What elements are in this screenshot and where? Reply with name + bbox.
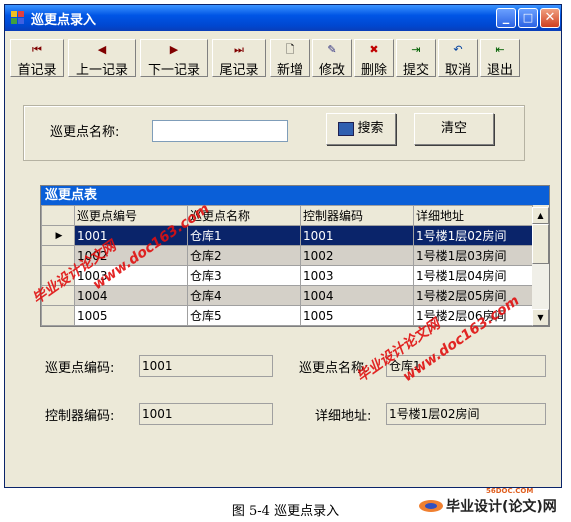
table-cell[interactable]: 1004 [74, 285, 188, 306]
prev-record-button[interactable]: ◀ 上一记录 [68, 39, 136, 78]
grid-header-row: 巡更点编号 巡更点名称 控制器编码 详细地址 [41, 205, 533, 226]
grid-caption: 巡更点表 [41, 186, 549, 205]
clear-button[interactable]: 清空 [414, 113, 494, 145]
toolbar: ⏮ 首记录 ◀ 上一记录 ▶ 下一记录 ⏭ 尾记录 🗋 新增 ✎ 修改 ✖ 删除 ⇥ 提交 ↶ 取… [10, 39, 560, 79]
main-window: 巡更点录入 _ □ ✕ ⏮ 首记录 ◀ 上一记录 ▶ 下一记录 ⏭ 尾记录 🗋 新增 ✎ 修… [4, 4, 562, 488]
next-record-icon: ▶ [169, 43, 179, 56]
column-header[interactable]: 详细地址 [413, 205, 533, 226]
address-label: 详细地址: [315, 409, 372, 424]
table-cell[interactable]: 1号楼1层04房间 [413, 265, 533, 286]
search-button-label: 搜索 [357, 121, 384, 136]
minimize-button[interactable]: _ [496, 8, 516, 28]
next-record-label: 下一记录 [147, 63, 200, 78]
search-icon [338, 121, 355, 136]
table-cell[interactable]: 仓库4 [187, 285, 301, 306]
table-cell[interactable]: 仓库5 [187, 305, 301, 326]
title-bar[interactable]: 巡更点录入 _ □ ✕ [5, 5, 561, 31]
scroll-up-icon[interactable]: ▲ [532, 207, 549, 224]
undo-icon: ↶ [453, 43, 463, 56]
search-name-label: 巡更点名称: [50, 125, 120, 140]
table-cell[interactable]: 仓库1 [187, 225, 301, 246]
add-label: 新增 [276, 63, 303, 78]
row-selector-header [41, 205, 75, 226]
submit-icon: ⇥ [411, 43, 421, 56]
table-cell[interactable]: 1001 [300, 225, 414, 246]
next-record-button[interactable]: ▶ 下一记录 [140, 39, 208, 78]
last-record-label: 尾记录 [219, 63, 259, 78]
edit-label: 修改 [318, 63, 345, 78]
table-cell[interactable]: 1005 [74, 305, 188, 326]
last-record-button[interactable]: ⏭ 尾记录 [212, 39, 266, 78]
logo-small-text: 56DOC.COM [486, 487, 534, 495]
grid-vertical-scrollbar[interactable]: ▲ ▼ [532, 207, 549, 326]
scroll-thumb[interactable] [532, 224, 549, 264]
maximize-button[interactable]: □ [518, 8, 538, 28]
prev-record-label: 上一记录 [75, 63, 128, 78]
table-cell[interactable]: 1003 [300, 265, 414, 286]
row-selector[interactable] [41, 305, 75, 326]
scroll-down-icon[interactable]: ▼ [532, 309, 549, 326]
controller-field[interactable]: 1001 [139, 403, 273, 425]
submit-button[interactable]: ⇥ 提交 [396, 39, 436, 78]
new-file-icon: 🗋 [285, 43, 295, 56]
site-logo: 56DOC.COM 毕业设计(论文)网 [418, 487, 568, 518]
table-cell[interactable]: 仓库2 [187, 245, 301, 266]
delete-icon: ✖ [369, 43, 379, 56]
table-cell[interactable]: 1005 [300, 305, 414, 326]
delete-button[interactable]: ✖ 删除 [354, 39, 394, 78]
table-row[interactable]: ▶ 1001 仓库1 1001 1号楼1层02房间 [41, 225, 533, 246]
prev-record-icon: ◀ [97, 43, 107, 56]
table-cell[interactable]: 1号楼1层02房间 [413, 225, 533, 246]
add-button[interactable]: 🗋 新增 [270, 39, 310, 78]
table-row[interactable]: 1004 仓库4 1004 1号楼2层05房间 [41, 285, 533, 306]
submit-label: 提交 [402, 63, 429, 78]
current-row-marker-icon[interactable]: ▶ [41, 225, 75, 246]
table-row[interactable]: 1005 仓库5 1005 1号楼2层06房间 [41, 305, 533, 326]
controller-label: 控制器编码: [45, 409, 115, 424]
table-cell[interactable]: 1号楼1层03房间 [413, 245, 533, 266]
logo-mark-icon [418, 498, 444, 514]
code-field[interactable]: 1001 [139, 355, 273, 377]
table-cell[interactable]: 1004 [300, 285, 414, 306]
table-cell[interactable]: 1002 [300, 245, 414, 266]
search-name-input[interactable] [152, 120, 288, 142]
exit-button[interactable]: ⇤ 退出 [480, 39, 520, 78]
first-record-button[interactable]: ⏮ 首记录 [10, 39, 64, 78]
address-field[interactable]: 1号楼1层02房间 [386, 403, 546, 425]
cancel-button[interactable]: ↶ 取消 [438, 39, 478, 78]
column-header[interactable]: 控制器编码 [300, 205, 414, 226]
logo-text: 毕业设计(论文)网 [446, 499, 557, 515]
search-group: 巡更点名称: 搜索 清空 [23, 105, 525, 161]
data-grid[interactable]: 巡更点表 巡更点编号 巡更点名称 控制器编码 详细地址 ▶ 1001 仓库1 1… [40, 185, 550, 327]
window-title: 巡更点录入 [31, 13, 97, 28]
exit-icon: ⇤ [495, 43, 505, 56]
delete-label: 删除 [360, 63, 387, 78]
code-label: 巡更点编码: [45, 361, 115, 376]
edit-button[interactable]: ✎ 修改 [312, 39, 352, 78]
table-cell[interactable]: 仓库3 [187, 265, 301, 286]
edit-icon: ✎ [327, 43, 337, 56]
cancel-label: 取消 [444, 63, 471, 78]
app-icon [11, 11, 25, 25]
close-button[interactable]: ✕ [540, 8, 560, 28]
exit-label: 退出 [486, 63, 513, 78]
last-record-icon: ⏭ [234, 43, 244, 56]
search-button[interactable]: 搜索 [326, 113, 396, 145]
first-record-label: 首记录 [17, 63, 57, 78]
first-record-icon: ⏮ [32, 43, 42, 56]
